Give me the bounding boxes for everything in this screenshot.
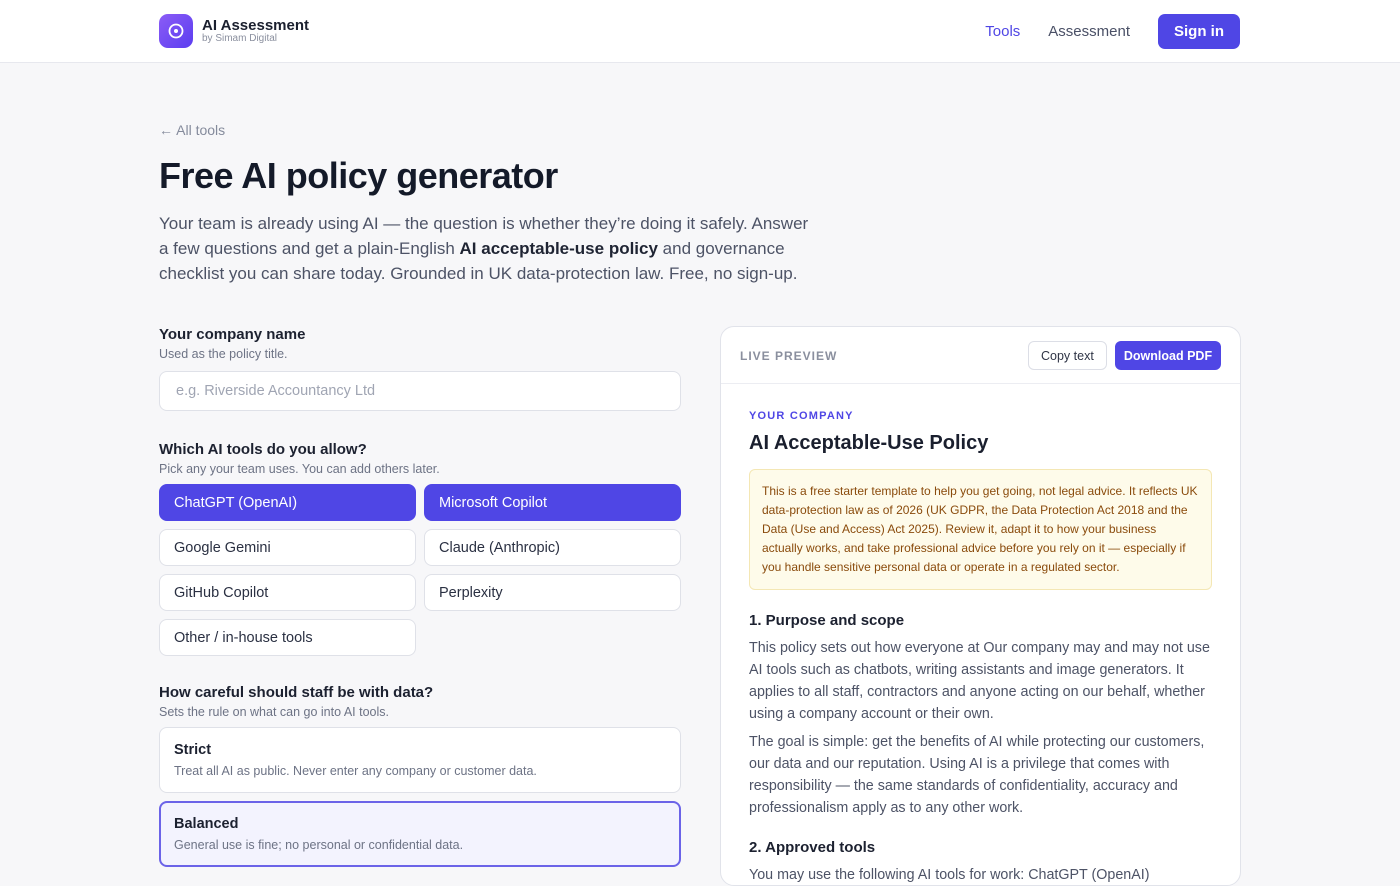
ai-tools-help: Pick any your team uses. You can add oth… bbox=[159, 462, 440, 476]
preview-document: YOUR COMPANY AI Acceptable-Use Policy Th… bbox=[721, 384, 1240, 885]
company-name-help: Used as the policy title. bbox=[159, 347, 288, 361]
care-option-balanced[interactable]: Balanced General use is fine; no persona… bbox=[159, 801, 681, 867]
care-option-strict[interactable]: Strict Treat all AI as public. Never ent… bbox=[159, 727, 681, 793]
tool-option-claude[interactable]: Claude (Anthropic) bbox=[424, 529, 681, 566]
care-option-title: Strict bbox=[174, 742, 212, 758]
brand-title: AI Assessment bbox=[202, 17, 309, 34]
page-title: Free AI policy generator bbox=[159, 155, 558, 196]
section-paragraph: You may use the following AI tools for w… bbox=[749, 867, 1150, 883]
ai-tools-options: ChatGPT (OpenAI) Microsoft Copilot Googl… bbox=[159, 484, 681, 656]
company-name-input[interactable] bbox=[159, 371, 681, 411]
brand[interactable]: AI Assessment by Simam Digital bbox=[159, 14, 309, 48]
policy-form: Your company name Used as the policy tit… bbox=[159, 326, 681, 867]
legal-notice: This is a free starter template to help … bbox=[749, 469, 1212, 590]
data-care-help: Sets the rule on what can go into AI too… bbox=[159, 705, 390, 719]
tool-option-other-in-house[interactable]: Other / in-house tools bbox=[159, 619, 416, 656]
section-heading: 1. Purpose and scope bbox=[749, 612, 905, 629]
care-option-title: Balanced bbox=[174, 816, 239, 832]
top-navigation-bar: AI Assessment by Simam Digital Tools Ass… bbox=[0, 0, 1400, 63]
data-care-label: How careful should staff be with data? bbox=[159, 684, 434, 701]
logo-icon bbox=[159, 14, 193, 48]
preview-header: LIVE PREVIEW Copy text Download PDF bbox=[721, 327, 1240, 384]
intro-text-bold: AI acceptable-use policy bbox=[459, 239, 658, 258]
tool-option-github-copilot[interactable]: GitHub Copilot bbox=[159, 574, 416, 611]
download-pdf-button[interactable]: Download PDF bbox=[1115, 341, 1221, 370]
intro-paragraph: Your team is already using AI — the ques… bbox=[159, 211, 819, 286]
tool-option-microsoft-copilot[interactable]: Microsoft Copilot bbox=[424, 484, 681, 521]
section-paragraph: This policy sets out how everyone at Our… bbox=[749, 640, 1210, 722]
back-to-all-tools-link[interactable]: ← All tools bbox=[159, 122, 225, 138]
tool-option-perplexity[interactable]: Perplexity bbox=[424, 574, 681, 611]
preview-policy-title: AI Acceptable-Use Policy bbox=[749, 432, 989, 454]
section-paragraph: The goal is simple: get the benefits of … bbox=[749, 734, 1205, 816]
nav-links: Tools Assessment Sign in bbox=[985, 14, 1240, 49]
section-heading: 2. Approved tools bbox=[749, 839, 876, 856]
care-option-description: General use is fine; no personal or conf… bbox=[174, 838, 464, 852]
care-option-description: Treat all AI as public. Never enter any … bbox=[174, 764, 537, 778]
tool-option-chatgpt[interactable]: ChatGPT (OpenAI) bbox=[159, 484, 416, 521]
copy-text-button[interactable]: Copy text bbox=[1028, 341, 1107, 370]
tool-option-google-gemini[interactable]: Google Gemini bbox=[159, 529, 416, 566]
live-preview-label: LIVE PREVIEW bbox=[740, 349, 838, 363]
brand-subtitle: by Simam Digital bbox=[202, 33, 278, 44]
sign-in-button[interactable]: Sign in bbox=[1158, 14, 1240, 49]
company-name-label: Your company name bbox=[159, 326, 306, 343]
nav-tools-link[interactable]: Tools bbox=[985, 23, 1020, 40]
ai-tools-label: Which AI tools do you allow? bbox=[159, 441, 367, 458]
live-preview-panel: LIVE PREVIEW Copy text Download PDF YOUR… bbox=[720, 326, 1241, 886]
preview-company-name: YOUR COMPANY bbox=[749, 410, 854, 422]
nav-assessment-link[interactable]: Assessment bbox=[1048, 23, 1130, 40]
